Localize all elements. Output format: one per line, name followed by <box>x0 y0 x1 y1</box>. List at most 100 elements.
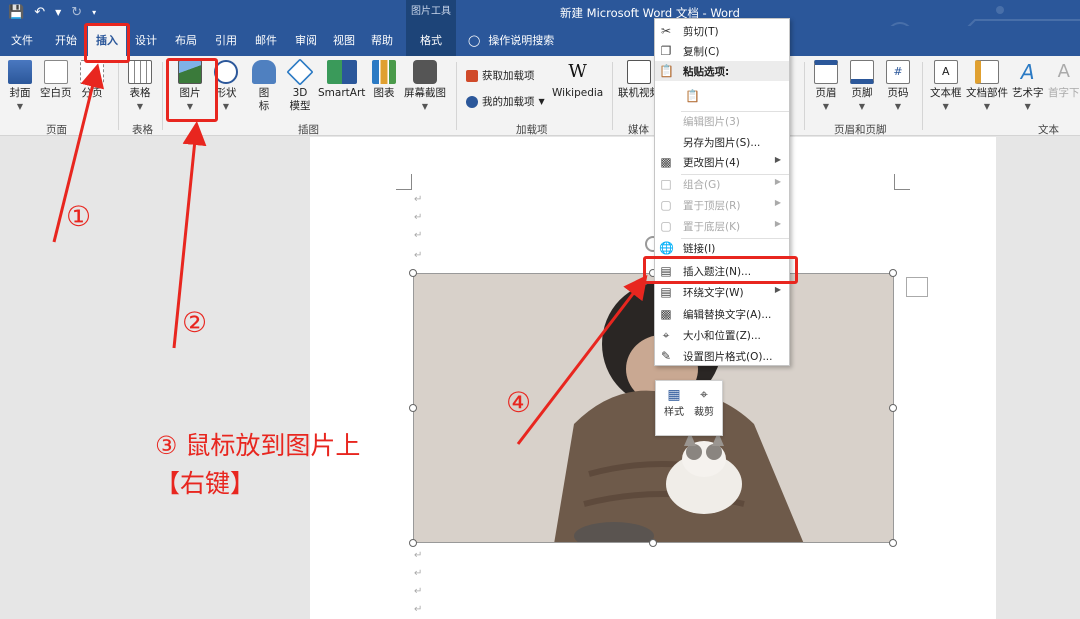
menu-item-link[interactable]: 🌐 链接(I) <box>655 238 789 258</box>
textbox-button[interactable]: A 文本框 ▼ <box>930 60 962 113</box>
my-addins-button[interactable]: 我的加载项 ▼ <box>466 94 545 109</box>
menu-item-edit-alt-text-label: 编辑替换文字(A)... <box>683 309 772 321</box>
blank-page-button[interactable]: 空白页 <box>40 60 72 100</box>
tab-review[interactable]: 审阅 <box>288 26 324 56</box>
menu-item-group[interactable]: □ 组合(G) ▶ <box>655 174 789 194</box>
table-icon <box>128 60 152 84</box>
tab-file[interactable]: 文件 <box>4 26 40 56</box>
chart-button[interactable]: 图表 <box>372 60 396 100</box>
clipboard-icon: 📋 <box>659 64 674 78</box>
3d-models-label-line2: 模型 <box>289 100 311 112</box>
menu-item-cut[interactable]: ✂ 剪切(T) <box>655 21 789 41</box>
customize-icon[interactable]: ▾ <box>92 4 96 22</box>
crop-button[interactable]: ⌖ 裁剪 <box>694 387 714 418</box>
layout-options-icon[interactable] <box>906 277 928 297</box>
store-icon <box>466 69 478 82</box>
resize-handle[interactable] <box>889 269 897 277</box>
paragraph-mark: ↵ <box>414 250 423 261</box>
blank-page-icon <box>43 60 68 84</box>
menu-item-send-to-back[interactable]: ▢ 置于底层(K) ▶ <box>655 216 789 236</box>
group-tables-label: 表格 <box>132 124 153 136</box>
paragraph-mark: ↵ <box>414 230 423 241</box>
menu-item-edit-alt-text[interactable]: ▩ 编辑替换文字(A)... <box>655 304 789 324</box>
resize-handle[interactable] <box>649 539 657 547</box>
group-divider <box>612 62 613 130</box>
chevron-down-icon: ▼ <box>858 102 866 111</box>
ribbon-tab-row: 文件 开始 插入 设计 布局 引用 邮件 审阅 视图 帮助 格式 ◯ 操作说明搜索 <box>0 26 1080 56</box>
group-addins-label: 加载项 <box>516 124 548 136</box>
tab-view[interactable]: 视图 <box>326 26 362 56</box>
paste-keep-source-button[interactable]: 📋 <box>655 83 789 109</box>
icons-label-line1: 图 <box>258 87 270 99</box>
get-addins-button[interactable]: 获取加载项 <box>466 68 535 83</box>
resize-handle[interactable] <box>889 539 897 547</box>
lightbulb-icon: ◯ <box>468 34 481 47</box>
cover-page-button[interactable]: 封面 ▼ <box>8 60 32 113</box>
menu-item-format-picture[interactable]: ✎ 设置图片格式(O)... <box>655 346 789 366</box>
menu-item-bring-to-front[interactable]: ▢ 置于顶层(R) ▶ <box>655 195 789 215</box>
save-icon[interactable]: 💾 <box>8 4 24 22</box>
tell-me-search[interactable]: ◯ 操作说明搜索 <box>468 26 554 56</box>
link-icon: 🌐 <box>659 241 674 255</box>
smartart-button[interactable]: SmartArt <box>318 60 365 100</box>
quick-parts-label: 文档部件 <box>966 87 1008 99</box>
group-divider <box>162 62 163 130</box>
group-media-label: 媒体 <box>628 124 649 136</box>
chevron-down-icon: ▼ <box>942 102 949 111</box>
resize-handle[interactable] <box>409 404 417 412</box>
group-illustrations-label: 插图 <box>298 124 319 136</box>
page-number-button[interactable]: # 页码 ▼ <box>886 60 910 113</box>
undo-icon[interactable]: ↶ <box>34 4 45 22</box>
screenshot-button[interactable]: 屏幕截图 ▼ <box>404 60 446 113</box>
wikipedia-button[interactable]: W Wikipedia <box>552 60 603 100</box>
header-button[interactable]: 页眉 ▼ <box>814 60 838 113</box>
header-label: 页眉 <box>815 87 837 99</box>
picture-style-button[interactable]: ▦ 样式 <box>664 387 684 418</box>
paste-icon: 📋 <box>685 89 700 103</box>
title-bar: 💾 ↶ ▼ ↻ ▾ 图片工具 新建 Microsoft Word 文档 - Wo… <box>0 0 1080 61</box>
page-break-button[interactable]: 分页 <box>80 60 104 100</box>
step-4-label: ④ <box>506 386 532 419</box>
menu-item-edit-picture[interactable]: 编辑图片(3) <box>655 111 789 131</box>
paragraph-mark: ↵ <box>414 604 423 615</box>
menu-item-wrap-text[interactable]: ▤ 环绕文字(W) ▶ <box>655 282 789 302</box>
table-button[interactable]: 表格 ▼ <box>128 60 152 113</box>
menu-item-save-as-picture[interactable]: 另存为图片(S)... <box>655 132 789 152</box>
chevron-down-icon: ▼ <box>136 102 144 111</box>
menu-item-wrap-text-label: 环绕文字(W) <box>683 287 744 299</box>
tab-references[interactable]: 引用 <box>208 26 244 56</box>
menu-item-change-picture[interactable]: ▩ 更改图片(4) ▶ <box>655 152 789 172</box>
tab-format[interactable]: 格式 <box>406 26 456 56</box>
group-pages-label: 页面 <box>46 124 67 136</box>
tab-design[interactable]: 设计 <box>128 26 164 56</box>
change-picture-icon: ▩ <box>660 155 672 169</box>
tab-help[interactable]: 帮助 <box>364 26 400 56</box>
resize-handle[interactable] <box>409 269 417 277</box>
dropcap-label: 首字下 <box>1048 87 1080 99</box>
footer-button[interactable]: 页脚 ▼ <box>850 60 874 113</box>
menu-item-copy[interactable]: ❐ 复制(C) <box>655 41 789 61</box>
dropcap-button[interactable]: A 首字下 <box>1048 60 1080 100</box>
wordart-button[interactable]: A 艺术字 ▼ <box>1012 60 1044 113</box>
tab-home[interactable]: 开始 <box>48 26 84 56</box>
video-icon <box>627 60 651 84</box>
page-number-icon: # <box>886 60 910 84</box>
menu-item-size-position[interactable]: ⌖ 大小和位置(Z)... <box>655 325 789 345</box>
resize-handle[interactable] <box>409 539 417 547</box>
menu-item-format-picture-label: 设置图片格式(O)... <box>683 351 773 363</box>
size-position-icon: ⌖ <box>662 328 670 342</box>
shapes-label: 形状 <box>215 87 237 99</box>
3d-models-button[interactable]: 3D 模型 <box>286 58 314 113</box>
menu-item-size-position-label: 大小和位置(Z)... <box>683 330 761 342</box>
icons-button[interactable]: 图 标 <box>252 60 276 113</box>
redo-icon[interactable]: ↻ <box>71 4 82 22</box>
icons-icon <box>252 60 276 84</box>
screenshot-icon <box>413 60 437 84</box>
tab-mailings[interactable]: 邮件 <box>248 26 284 56</box>
smartart-icon <box>326 60 357 84</box>
resize-handle[interactable] <box>889 404 897 412</box>
screenshot-label: 屏幕截图 <box>404 87 446 99</box>
tab-layout[interactable]: 布局 <box>168 26 204 56</box>
quick-parts-button[interactable]: 文档部件 ▼ <box>966 60 1008 113</box>
dropdown-icon[interactable]: ▼ <box>55 4 61 22</box>
